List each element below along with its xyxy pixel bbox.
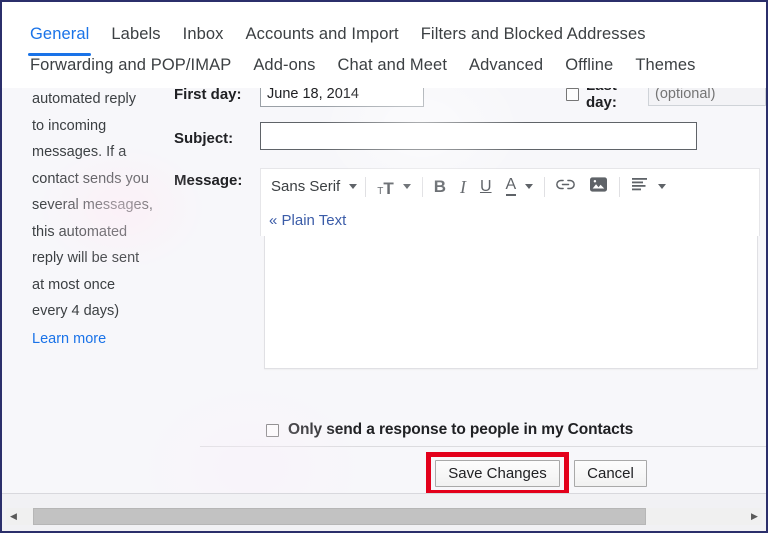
tab-offline[interactable]: Offline	[565, 56, 613, 78]
description-line: every 4 days)	[32, 303, 120, 319]
description-line: messages. If a	[32, 144, 127, 160]
subject-input[interactable]	[260, 122, 697, 150]
toolbar-divider	[544, 176, 546, 197]
toolbar-divider	[365, 176, 367, 197]
contacts-only-label: Only send a response to people in my Con…	[288, 421, 634, 438]
cancel-button[interactable]: Cancel	[574, 460, 647, 487]
formatting-toolbar: Sans Serif TT B I U A	[260, 168, 760, 204]
vacation-responder-panel: automated reply to incoming messages. If…	[2, 88, 766, 493]
font-size-dropdown[interactable]: TT	[370, 173, 418, 201]
subject-label: Subject:	[174, 130, 234, 147]
last-day-input[interactable]	[648, 88, 766, 106]
align-left-icon	[631, 177, 649, 196]
italic-icon: I	[459, 176, 466, 197]
tab-general[interactable]: General	[27, 25, 92, 56]
plain-text-link[interactable]: « Plain Text	[269, 212, 346, 229]
text-color-icon: A	[505, 177, 517, 196]
bold-icon: B	[433, 177, 446, 196]
description-line: to incoming	[32, 117, 107, 134]
chevron-down-icon	[349, 184, 358, 189]
form-actions: Save Changes Cancel	[174, 452, 766, 493]
last-day-group: Last day:	[566, 88, 766, 111]
chevron-down-icon	[658, 184, 667, 189]
subject-row: Subject:	[174, 122, 766, 150]
tab-add-ons[interactable]: Add-ons	[253, 56, 315, 78]
learn-more-link[interactable]: Learn more	[32, 326, 106, 353]
description-line: several messages,	[32, 197, 153, 213]
settings-tabs-row-2: Forwarding and POP/IMAP Add-ons Chat and…	[30, 47, 766, 87]
underline-button[interactable]: U	[473, 173, 499, 201]
tab-labels[interactable]: Labels	[111, 25, 160, 47]
chevron-down-icon	[525, 184, 534, 189]
message-row: Message: Sans Serif TT B I U A « Plain T…	[174, 168, 766, 369]
toolbar-divider	[619, 176, 621, 197]
image-icon	[589, 176, 608, 198]
tab-themes[interactable]: Themes	[635, 56, 695, 78]
scrollbar-thumb[interactable]	[33, 508, 647, 525]
message-body-input[interactable]	[264, 236, 758, 369]
last-day-label: Last day:	[586, 88, 617, 111]
tab-filters-and-blocked-addresses[interactable]: Filters and Blocked Addresses	[421, 25, 646, 47]
tab-forwarding-and-pop-imap[interactable]: Forwarding and POP/IMAP	[30, 56, 231, 78]
save-changes-button[interactable]: Save Changes	[435, 460, 560, 487]
bold-button[interactable]: B	[427, 173, 453, 201]
description-line: this automated	[32, 223, 128, 240]
link-icon	[556, 177, 576, 197]
underline-icon: U	[479, 177, 492, 195]
text-color-dropdown[interactable]: A	[499, 173, 541, 201]
insert-link-button[interactable]	[549, 173, 582, 201]
plain-text-bar: « Plain Text	[260, 204, 760, 236]
horizontal-scrollbar[interactable]: ◀ ▶	[6, 508, 762, 525]
tab-inbox[interactable]: Inbox	[183, 25, 224, 47]
description-line: automated reply	[32, 91, 136, 107]
toolbar-divider	[421, 176, 423, 197]
last-day-checkbox[interactable]	[566, 88, 579, 101]
scroll-right-arrow-icon[interactable]: ▶	[747, 508, 762, 525]
description-line: at most once	[32, 276, 116, 293]
first-day-label: First day:	[174, 88, 242, 103]
font-family-dropdown[interactable]: Sans Serif	[267, 173, 361, 201]
gmail-settings-window: General Labels Inbox Accounts and Import…	[0, 0, 768, 533]
chevron-down-icon	[402, 184, 411, 189]
message-label: Message:	[174, 172, 243, 189]
description-line: reply will be sent	[32, 250, 140, 266]
insert-image-button[interactable]	[582, 173, 615, 201]
align-dropdown[interactable]	[624, 173, 673, 201]
vacation-responder-description: automated reply to incoming messages. If…	[32, 88, 174, 352]
first-day-input[interactable]	[260, 88, 424, 107]
font-family-label: Sans Serif	[271, 178, 341, 195]
scroll-left-arrow-icon[interactable]: ◀	[6, 508, 21, 525]
tab-advanced[interactable]: Advanced	[469, 56, 543, 78]
tab-chat-and-meet[interactable]: Chat and Meet	[337, 56, 447, 78]
tab-accounts-and-import[interactable]: Accounts and Import	[246, 25, 399, 47]
settings-tab-bars: General Labels Inbox Accounts and Import…	[2, 2, 766, 87]
font-size-icon: TT	[377, 179, 394, 198]
contacts-only-row: Only send a response to people in my Con…	[266, 421, 633, 439]
contacts-only-checkbox[interactable]	[266, 423, 279, 437]
footer-divider	[200, 446, 766, 447]
description-line: contact sends you	[32, 170, 149, 187]
italic-button[interactable]: I	[453, 173, 473, 201]
scrollbar-track[interactable]	[21, 508, 747, 525]
scrollbar-area: ◀ ▶	[2, 493, 766, 531]
settings-tabs-row-1: General Labels Inbox Accounts and Import…	[27, 2, 766, 56]
message-editor: Sans Serif TT B I U A « Plain Text	[260, 168, 760, 369]
